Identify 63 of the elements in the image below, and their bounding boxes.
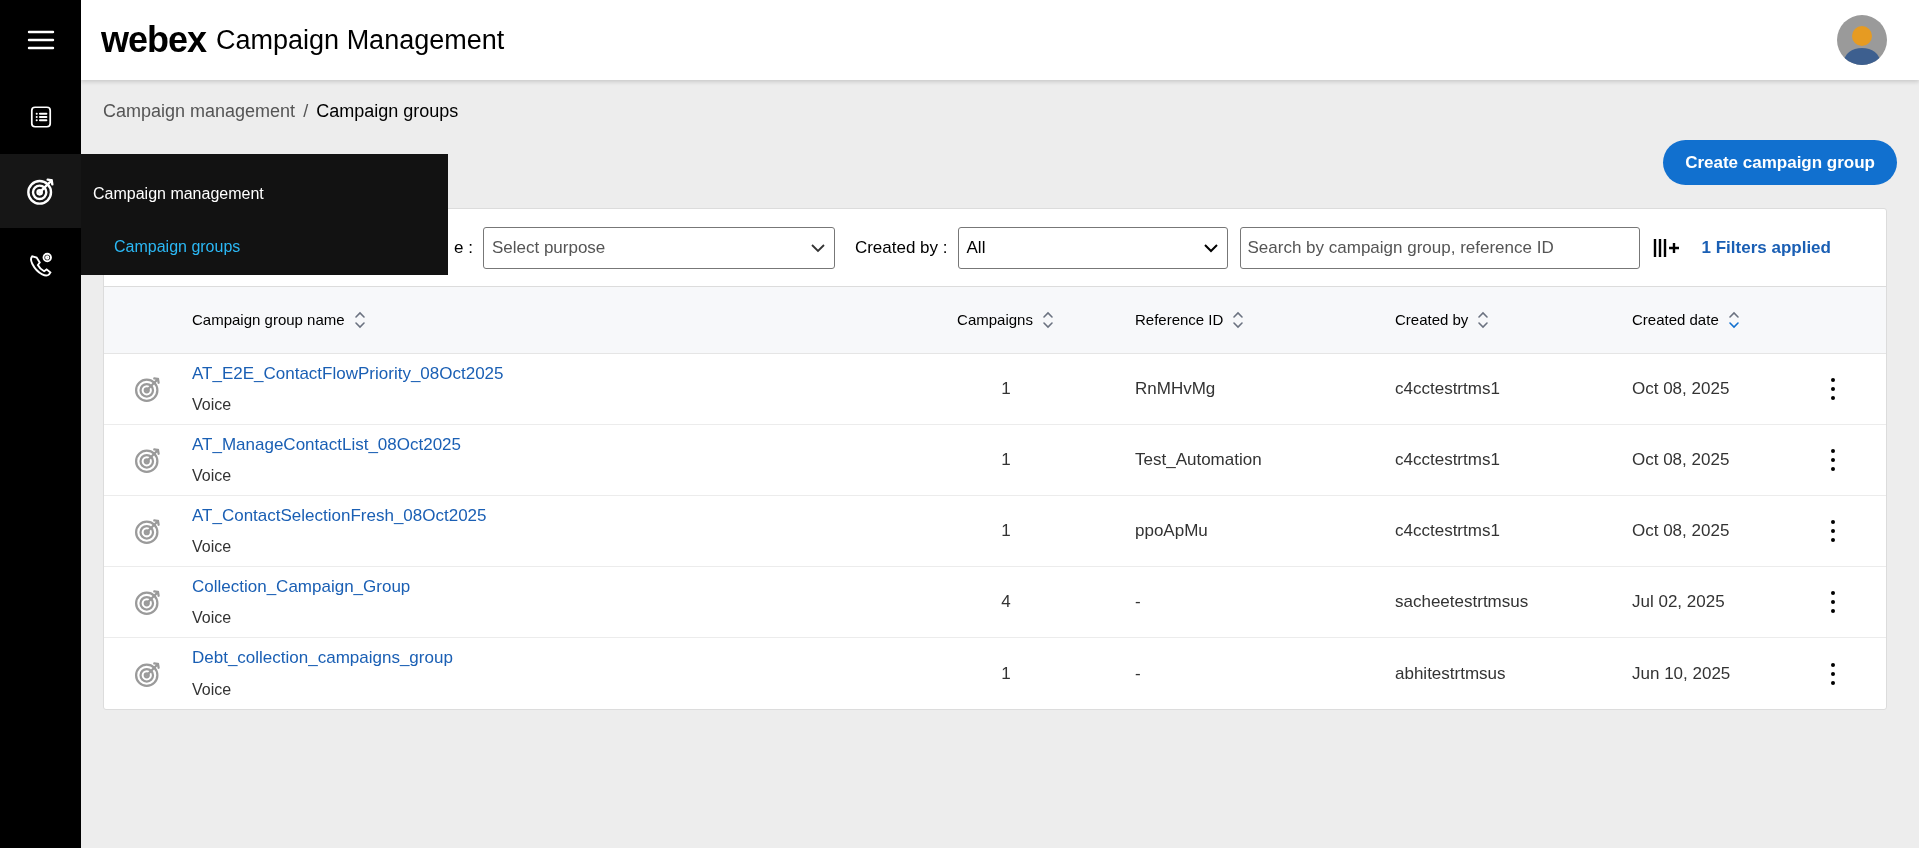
group-name-link[interactable]: Debt_collection_campaigns_group — [192, 645, 453, 671]
table-cell: Oct 08, 2025 — [1632, 379, 1730, 399]
group-type: Voice — [192, 537, 232, 558]
table-cell: c4cctestrtms1 — [1395, 379, 1500, 399]
nav-item[interactable] — [0, 154, 81, 228]
filter-label: e : — [454, 236, 473, 259]
column-header[interactable]: Created date — [1632, 308, 1719, 332]
column-header[interactable]: Campaign group name — [192, 308, 345, 332]
group-name-link[interactable]: Collection_Campaign_Group — [192, 573, 411, 600]
purpose-dropdown[interactable]: Select purpose — [482, 226, 835, 269]
create-campaign-group-button[interactable]: Create campaign group — [1663, 140, 1897, 185]
table-cell-text: 4 — [1001, 591, 1011, 614]
sort-icon[interactable] — [1231, 310, 1246, 330]
column-header[interactable]: Created by — [1395, 308, 1469, 332]
flyout-title: Campaign management — [93, 184, 264, 204]
table-cell-text: 1 — [1001, 378, 1011, 401]
table-cell: Oct 08, 2025 — [1632, 521, 1730, 541]
chevron-down-icon — [809, 242, 826, 253]
target-icon — [133, 516, 163, 546]
flyout-item[interactable]: Campaign groups — [114, 235, 241, 259]
table-cell: c4cctestrtms1 — [1395, 521, 1500, 541]
table-cell-text: 1 — [1001, 662, 1011, 685]
table-cell-text: 1 — [1001, 449, 1011, 472]
table-cell: abhitestrtmsus — [1395, 663, 1506, 683]
table-cell: Test_Automation — [1135, 450, 1262, 470]
group-type: Voice — [192, 608, 232, 629]
breadcrumb-item: Campaign groups — [316, 100, 459, 123]
logo: webex — [101, 18, 207, 62]
group-type: Voice — [192, 466, 232, 487]
table-cell: Jun 10, 2025 — [1632, 663, 1731, 683]
table-cell: - — [1135, 592, 1141, 612]
chevron-down-icon — [1202, 242, 1219, 253]
sort-icon[interactable] — [1476, 310, 1491, 330]
table-cell: Oct 08, 2025 — [1632, 450, 1730, 470]
target-icon — [133, 587, 163, 617]
table-cell: ppoApMu — [1135, 521, 1208, 541]
breadcrumb-separator: / — [303, 100, 309, 123]
table-cell: - — [1135, 663, 1141, 683]
target-icon — [133, 445, 163, 475]
sort-icon[interactable] — [352, 310, 367, 330]
sort-icon[interactable] — [1726, 310, 1741, 330]
sort-icon[interactable] — [1040, 310, 1055, 330]
filter-label: Created by : — [854, 236, 948, 259]
filters-applied-link[interactable]: 1 Filters applied — [1701, 234, 1831, 261]
avatar[interactable] — [1837, 15, 1887, 65]
group-name-link[interactable]: AT_ContactSelectionFresh_08Oct2025 — [192, 502, 487, 529]
breadcrumb-item[interactable]: Campaign management — [103, 98, 296, 125]
search-field[interactable]: Search by campaign group, reference ID — [1239, 226, 1640, 269]
column-header[interactable]: Campaigns — [957, 308, 1033, 332]
group-name-link[interactable]: AT_ManageContactList_08Oct2025 — [192, 431, 462, 458]
table-cell: Jul 02, 2025 — [1632, 592, 1725, 612]
table-cell: sacheetestrtmsus — [1395, 592, 1529, 612]
app-title: Campaign Management — [216, 23, 505, 57]
group-name-link[interactable]: AT_E2E_ContactFlowPriority_08Oct2025 — [192, 360, 504, 387]
table-cell-text: 1 — [1001, 520, 1011, 543]
group-type: Voice — [192, 679, 232, 700]
table-cell: RnMHvMg — [1135, 379, 1216, 399]
target-icon — [133, 374, 163, 404]
group-type: Voice — [192, 395, 232, 416]
add-column-icon[interactable] — [1651, 236, 1680, 259]
column-header[interactable]: Reference ID — [1135, 308, 1224, 332]
created-by-dropdown[interactable]: All — [957, 226, 1228, 269]
table-cell: c4cctestrtms1 — [1395, 450, 1500, 470]
